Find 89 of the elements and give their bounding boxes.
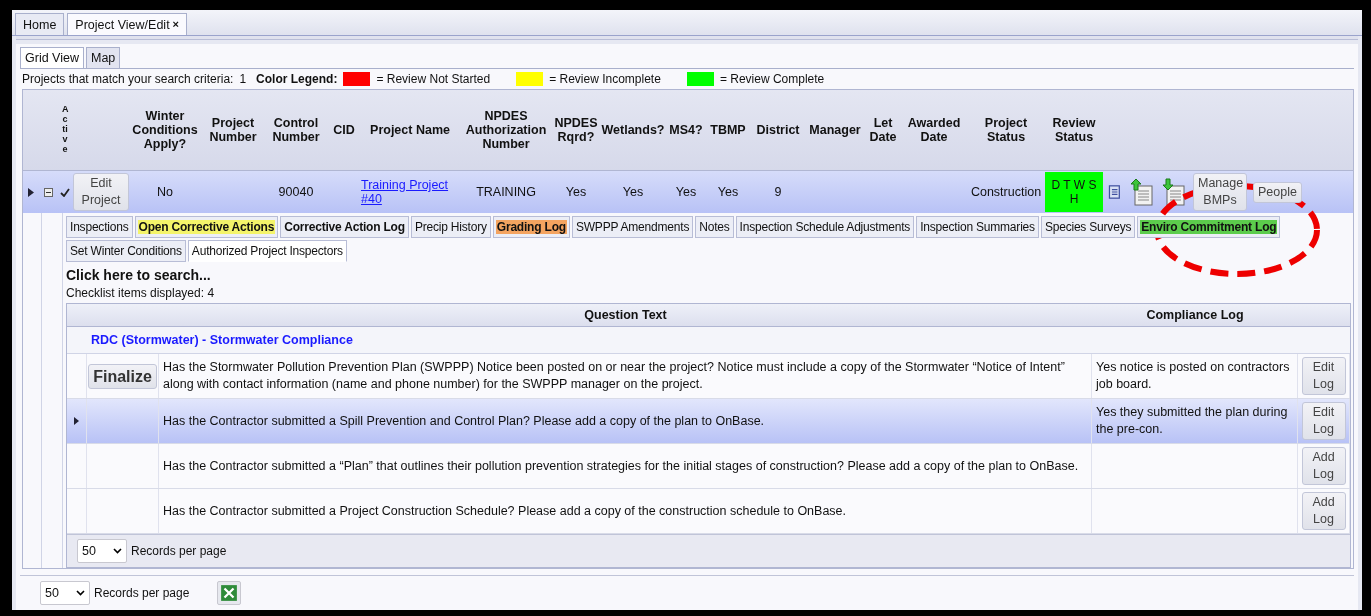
table-cell-text: Yes: [564, 185, 588, 199]
detail-tab[interactable]: Set Winter Conditions: [66, 240, 186, 262]
compliance-log-text: Yes they submitted the plan during the pre-con.: [1096, 404, 1289, 438]
column-header[interactable]: CID: [327, 123, 361, 137]
page-tab[interactable]: Project View/Edit ×: [67, 13, 188, 35]
checklist-row[interactable]: Has the Contractor submitted a Spill Prevention and Control Plan? Please add a copy of the plan to OnBase. Yes they submitted the plan during the pre-con. Edit Log: [67, 399, 1350, 444]
detail-tab[interactable]: Grading Log: [492, 216, 570, 238]
checklist-row[interactable]: Has the Contractor submitted a Project Construction Schedule? Please add a copy of the construction schedule to OnBase. Add Log: [67, 489, 1350, 534]
review-status-cell: D T W S H: [1045, 172, 1103, 212]
items-count: 4: [207, 286, 215, 300]
detail-tab[interactable]: Notes: [695, 216, 734, 238]
column-header: Compliance Log: [1145, 308, 1245, 322]
column-header[interactable]: Control Number: [265, 116, 327, 144]
document-up-arrow-icon[interactable]: [1129, 178, 1155, 206]
toolbar-button[interactable]: Manage BMPs: [1193, 173, 1247, 211]
document-icon[interactable]: [1107, 183, 1123, 201]
column-header[interactable]: Manager: [805, 123, 865, 137]
table-cell-text: Yes: [621, 185, 645, 199]
search-link[interactable]: Click here to search...: [66, 267, 1353, 283]
items-count-label: Checklist items displayed:: [66, 286, 205, 300]
view-tab[interactable]: Grid View: [20, 47, 84, 68]
detail-tab[interactable]: Inspection Summaries: [916, 216, 1039, 238]
legend-text: = Review Not Started: [376, 72, 491, 86]
legend-text: = Review Incomplete: [549, 72, 661, 86]
question-text: Has the Contractor submitted a Spill Prevention and Control Plan? Please add a copy of the plan to OnBase.: [159, 399, 1092, 443]
detail-tab[interactable]: Open Corrective Actions: [134, 216, 279, 238]
checklist-row[interactable]: Has the Contractor submitted a “Plan” that outlines their pollution prevention strategies for the initial stages of construction? Please add a copy of the plan to OnBase. Add Log: [67, 444, 1350, 489]
collapse-icon[interactable]: [43, 187, 53, 197]
detail-tab[interactable]: Corrective Action Log: [280, 216, 409, 238]
caret-icon: [76, 590, 85, 596]
column-header[interactable]: Project Status: [967, 116, 1045, 144]
question-text: Has the Contractor submitted a Project Construction Schedule? Please add a copy of the construction schedule to OnBase.: [159, 489, 1092, 533]
column-header[interactable]: Wetlands?: [599, 123, 667, 137]
table-cell-text: TRAINING: [475, 185, 537, 199]
log-button[interactable]: Edit Log: [1301, 357, 1346, 395]
column-header[interactable]: TBMP: [705, 123, 751, 137]
table-cell-text: 90040: [277, 185, 315, 199]
spreadsheet-export-icon[interactable]: [217, 581, 242, 605]
column-header[interactable]: Review Status: [1045, 116, 1103, 144]
column-header[interactable]: Let Date: [865, 116, 901, 144]
table-cell-text: Construction: [969, 185, 1043, 199]
column-header[interactable]: NPDES Rqrd?: [553, 116, 599, 144]
column-header[interactable]: Winter Conditions Apply?: [129, 109, 201, 151]
records-per-page-select[interactable]: 50: [40, 581, 90, 605]
question-text: Has the Stormwater Pollution Prevention Plan (SWPPP) Notice been posted on or near the project? Notice must include a copy of the Stormwater “Notice of Intent” along with contact information (name and phone number) for the SWPPP manager on the project.: [159, 354, 1092, 398]
row-pointer-icon: [74, 417, 79, 425]
results-label: Projects that match your search criteria:: [22, 72, 234, 86]
caret-icon: [113, 548, 122, 554]
log-button[interactable]: Edit Log: [1301, 402, 1346, 440]
table-cell-text: No: [156, 185, 174, 199]
results-count: 1: [239, 72, 247, 86]
records-per-page-label: Records per page: [131, 544, 227, 558]
compliance-log-text: Yes notice is posted on contractors job board.: [1096, 359, 1291, 393]
column-header[interactable]: NPDES Authorization Number: [459, 109, 553, 151]
toolbar-button[interactable]: People: [1253, 181, 1302, 203]
question-text: Has the Contractor submitted a “Plan” that outlines their pollution prevention strategies for the initial stages of construction? Please add a copy of the plan to OnBase.: [159, 444, 1092, 488]
group-heading: RDC (Stormwater) - Stormwater Compliance: [67, 327, 1350, 354]
log-button[interactable]: Add Log: [1301, 447, 1346, 485]
expand-arrow-icon[interactable]: [28, 187, 34, 197]
detail-tab[interactable]: Inspection Schedule Adjustments: [735, 216, 915, 238]
document-down-arrow-icon[interactable]: [1161, 178, 1187, 206]
detail-tab[interactable]: SWPPP Amendments: [571, 216, 694, 238]
column-header[interactable]: District: [751, 123, 805, 137]
legend-text: = Review Complete: [719, 72, 825, 86]
column-header[interactable]: Project Number: [201, 116, 265, 144]
records-per-page-select[interactable]: 50: [77, 539, 127, 563]
page-tab[interactable]: Home: [15, 13, 65, 35]
column-header[interactable]: Project Name: [361, 123, 459, 137]
table-cell-text: Yes: [716, 185, 740, 199]
log-button[interactable]: Add Log: [1301, 492, 1346, 530]
detail-tab[interactable]: Precip History: [410, 216, 491, 238]
column-header: Question Text: [583, 308, 668, 322]
detail-tab[interactable]: Inspections: [66, 216, 133, 238]
close-icon[interactable]: ×: [172, 18, 180, 30]
records-per-page-label: Records per page: [94, 586, 190, 600]
table-cell-text: Yes: [674, 185, 698, 199]
detail-tab[interactable]: Species Surveys: [1040, 216, 1136, 238]
legend-title: Color Legend:: [256, 72, 338, 86]
column-header[interactable]: Awarded Date: [901, 116, 967, 144]
detail-tab[interactable]: Authorized Project Inspectors: [187, 240, 347, 262]
detail-tab[interactable]: Enviro Commitment Log: [1137, 216, 1281, 238]
finalize-button[interactable]: Finalize: [88, 363, 157, 389]
column-header[interactable]: MS4?: [667, 123, 705, 137]
column-header: Active: [62, 105, 68, 155]
edit-project-button[interactable]: Edit Project: [73, 173, 129, 211]
checklist-row[interactable]: [67, 354, 1350, 399]
project-name-link[interactable]: Training Project #40: [361, 178, 459, 206]
view-tab[interactable]: Map: [85, 47, 121, 68]
table-cell-text: 9: [773, 185, 783, 199]
